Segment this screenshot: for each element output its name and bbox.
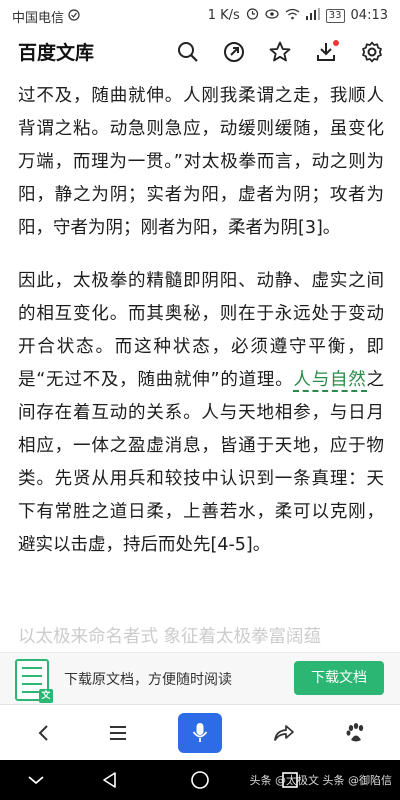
document-icon: 文 [15, 659, 53, 703]
status-bar: 中国电信 1 K/s 33 04:13 [0, 0, 400, 30]
document-content: 过不及，随曲就伸。人刚我柔谓之走，我顺人背谓之粘。动急则急应，动缓则缓随，虽变化… [18, 80, 384, 640]
nav-back-icon[interactable] [98, 768, 122, 792]
star-icon[interactable] [266, 38, 294, 66]
banner-text: 下载原文档，方便随时阅读 [64, 672, 232, 688]
battery-level: 33 [325, 8, 345, 23]
bottom-toolbar [0, 704, 400, 761]
app-title: 百度文库 [18, 42, 95, 64]
notification-dot [333, 40, 339, 46]
paragraph: 过不及，随曲就伸。人刚我柔谓之走，我顺人背谓之粘。动急则急应，动缓则缓随，虽变化… [18, 86, 384, 238]
download-icon[interactable] [312, 38, 340, 66]
faded-text-line: 以太极来命名者式 象征着太极拳富阔蕴 [18, 627, 322, 647]
search-icon[interactable] [174, 38, 202, 66]
alarm-icon [246, 7, 259, 24]
system-nav-bar: 头条 @太极文 头条 @御陷信 [0, 760, 400, 800]
signal-icon [305, 7, 320, 24]
baidu-paw-icon[interactable] [340, 717, 372, 749]
paragraph-text: 之间存在着互动的关系。人与天地相参，与日月相应，一体之盈虚消息，皆通于天地，应于… [18, 370, 384, 555]
back-icon[interactable] [28, 717, 60, 749]
eye-icon [265, 8, 279, 23]
voice-button[interactable] [178, 713, 222, 753]
network-speed: 1 K/s [207, 8, 240, 23]
paragraph: 因此，太极拳的精髓即阴阳、动静、虚实之间的相互变化。而其奥秘，则在于永远处于变动… [18, 265, 384, 562]
carrier-circle-icon [68, 8, 80, 25]
share-icon[interactable] [220, 38, 248, 66]
settings-icon[interactable] [358, 38, 386, 66]
nav-home-icon[interactable] [188, 768, 212, 792]
clock-time: 04:13 [350, 8, 388, 23]
menu-icon[interactable] [102, 717, 134, 749]
download-document-button[interactable]: 下载文档 [294, 661, 384, 695]
forward-share-icon[interactable] [268, 717, 300, 749]
wifi-icon [285, 8, 300, 24]
app-bar: 百度文库 [0, 30, 400, 76]
nav-hide-icon[interactable] [24, 768, 48, 792]
keyword-link[interactable]: 人与自然 [293, 370, 367, 392]
carrier-label: 中国电信 [12, 11, 65, 26]
download-banner: 文 下载原文档，方便随时阅读 下载文档 [0, 652, 400, 705]
watermark-text: 头条 @太极文 头条 @御陷信 [249, 774, 393, 787]
microphone-icon [192, 723, 208, 742]
doc-badge: 文 [39, 689, 53, 703]
